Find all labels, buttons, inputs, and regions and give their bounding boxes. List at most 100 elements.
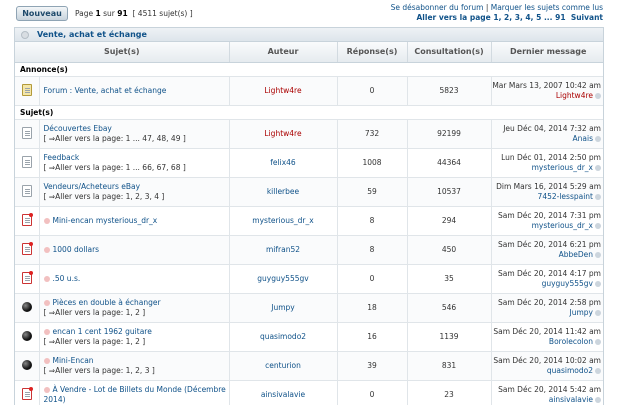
topic-last-by[interactable]: mysterious_dr_x: [532, 221, 593, 230]
mark-read-link[interactable]: Marquer les sujets comme lus: [491, 3, 603, 12]
topic-author[interactable]: killerbee: [229, 177, 338, 207]
topic-last-date: Sam Déc 20, 2014 4:17 pm: [497, 268, 601, 278]
topic-pages[interactable]: [ ⇒Aller vers la page: 1 ... 66, 67, 68 …: [44, 163, 229, 173]
topic-title[interactable]: .50 u.s.: [53, 274, 81, 283]
category-title[interactable]: Vente, achat et échange: [37, 30, 147, 39]
topic-author[interactable]: mysterious_dr_x: [229, 206, 338, 236]
topic-replies: 39: [337, 351, 408, 381]
topic-author[interactable]: centurion: [229, 351, 338, 381]
hot-topic-icon: [21, 270, 33, 284]
goto-last-post-icon[interactable]: [595, 135, 601, 142]
forum-actions: Se désabonner du forum | Marquer les suj…: [390, 3, 604, 22]
goto-last-post-icon[interactable]: [595, 396, 601, 403]
next-page-link[interactable]: Suivant: [571, 13, 603, 22]
topic-last-date: Sam Déc 20, 2014 2:58 pm: [497, 297, 601, 307]
unsubscribe-link[interactable]: Se désabonner du forum: [391, 3, 484, 12]
topic-views: 831: [407, 351, 492, 381]
hot-topic-icon: [21, 241, 33, 255]
topic-last-by[interactable]: 7452-lesspaint: [538, 192, 593, 201]
pagination-info: Page 1 sur 91 [ 4511 sujet(s) ]: [75, 9, 193, 18]
topic-author[interactable]: felix46: [229, 148, 338, 178]
topic-replies: 1008: [337, 148, 408, 178]
col-last-post-header: Dernier message: [491, 42, 603, 63]
goto-pages: Aller vers la page 1, 2, 3, 4, 5 ... 91 …: [416, 13, 604, 22]
forum-panel: Vente, achat et échange Sujet(s) Auteur …: [14, 27, 604, 405]
topic-views: 294: [407, 206, 492, 236]
unread-icon[interactable]: [43, 328, 50, 335]
topic-title[interactable]: Vendeurs/Acheteurs eBay: [44, 182, 141, 191]
topic-views: 44364: [407, 148, 492, 178]
topic-title[interactable]: À Vendre - Lot de Billets du Monde (Déce…: [44, 385, 226, 404]
goto-last-post-icon[interactable]: [595, 92, 601, 99]
topic-last-by[interactable]: AbbeDen: [559, 250, 593, 259]
topic-pages[interactable]: [ ⇒Aller vers la page: 1, 2 ]: [44, 337, 229, 347]
unread-icon[interactable]: [43, 275, 50, 282]
unread-icon[interactable]: [43, 357, 50, 364]
topic-title[interactable]: Pièces en double à échanger: [53, 298, 161, 307]
topic-row: encan 1 cent 1962 guitare[ ⇒Aller vers l…: [15, 322, 603, 352]
topic-author[interactable]: Lightw4re: [229, 119, 338, 149]
goto-last-post-icon[interactable]: [595, 222, 601, 229]
goto-last-post-icon[interactable]: [595, 280, 601, 287]
topic-title[interactable]: Mini-Encan: [53, 356, 94, 365]
topic-row: .50 u.s. guyguy555gv 0 35 Sam Déc 20, 2014 4…: [15, 264, 603, 294]
ball-icon: [21, 301, 32, 312]
topic-icon: [21, 126, 32, 139]
topic-title[interactable]: Mini-encan mysterious_dr_x: [53, 216, 158, 225]
topic-last-date: Sam Déc 20, 2014 11:42 am: [493, 326, 601, 336]
topic-title[interactable]: encan 1 cent 1962 guitare: [53, 327, 152, 336]
topic-last-by[interactable]: guyguy555gv: [542, 279, 593, 288]
page-ellipsis: ...: [543, 13, 553, 22]
topic-row: Mini-encan mysterious_dr_x mysterious_dr_…: [15, 206, 603, 236]
announcement-author[interactable]: Lightw4re: [229, 76, 338, 106]
topic-pages[interactable]: [ ⇒Aller vers la page: 1, 2, 3, 4 ]: [44, 192, 229, 202]
topic-pages[interactable]: [ ⇒Aller vers la page: 1, 2, 3 ]: [44, 366, 229, 376]
goto-last-post-icon[interactable]: [595, 251, 601, 258]
unread-icon[interactable]: [43, 386, 50, 393]
topic-title[interactable]: 1000 dollars: [53, 245, 100, 254]
topic-views: 546: [407, 293, 492, 323]
unread-icon[interactable]: [43, 217, 50, 224]
topic-last-by[interactable]: quasimodo2: [547, 366, 593, 375]
goto-last-post-icon[interactable]: [595, 309, 601, 316]
goto-last-post-icon[interactable]: [595, 338, 601, 345]
col-views-header: Consultation(s): [407, 42, 492, 63]
announcement-last-by[interactable]: Lightw4re: [556, 91, 593, 100]
goto-last-post-icon[interactable]: [595, 193, 601, 200]
unread-icon[interactable]: [43, 299, 50, 306]
topic-views: 1139: [407, 322, 492, 352]
topic-author[interactable]: mifran52: [229, 235, 338, 265]
announcement-title[interactable]: Forum : Vente, achat et échange: [44, 86, 167, 95]
topic-pages[interactable]: [ ⇒Aller vers la page: 1, 2 ]: [44, 308, 229, 318]
page-prefix: Page: [75, 9, 96, 18]
topic-author[interactable]: guyguy555gv: [229, 264, 338, 294]
topic-title[interactable]: Découvertes Ebay: [44, 124, 112, 133]
topic-pages[interactable]: [ ⇒Aller vers la page: 1 ... 47, 48, 49 …: [44, 134, 229, 144]
announcement-last-date: Mar Mars 13, 2007 10:42 am: [492, 80, 601, 90]
unread-icon[interactable]: [43, 246, 50, 253]
topic-last-by[interactable]: Borolecolon: [549, 337, 593, 346]
topic-views: 23: [407, 380, 492, 405]
topic-last-by[interactable]: Anais: [573, 134, 593, 143]
new-topic-button[interactable]: Nouveau: [16, 6, 68, 21]
page-link[interactable]: 91: [555, 13, 565, 22]
hot-topic-icon: [21, 386, 33, 400]
topic-views: 450: [407, 235, 492, 265]
topic-title[interactable]: Feedback: [44, 153, 80, 162]
announcement-icon: [21, 83, 32, 96]
topic-author[interactable]: ainsivalavie: [229, 380, 338, 405]
topic-replies: 0: [337, 380, 408, 405]
topic-replies: 18: [337, 293, 408, 323]
goto-label: Aller vers la page: [416, 13, 491, 22]
hot-topic-icon: [21, 212, 33, 226]
topic-last-by[interactable]: Jumpy: [570, 308, 593, 317]
topic-last-by[interactable]: ainsivalavie: [549, 395, 593, 404]
topic-last-by[interactable]: mysterious_dr_x: [532, 163, 593, 172]
topic-author[interactable]: Jumpy: [229, 293, 338, 323]
topic-author[interactable]: quasimodo2: [229, 322, 338, 352]
topic-last-date: Sam Déc 20, 2014 7:31 pm: [497, 210, 601, 220]
category-icon: [21, 31, 29, 39]
goto-last-post-icon[interactable]: [595, 164, 601, 171]
topic-last-date: Sam Déc 20, 2014 6:21 pm: [497, 239, 601, 249]
goto-last-post-icon[interactable]: [595, 367, 601, 374]
